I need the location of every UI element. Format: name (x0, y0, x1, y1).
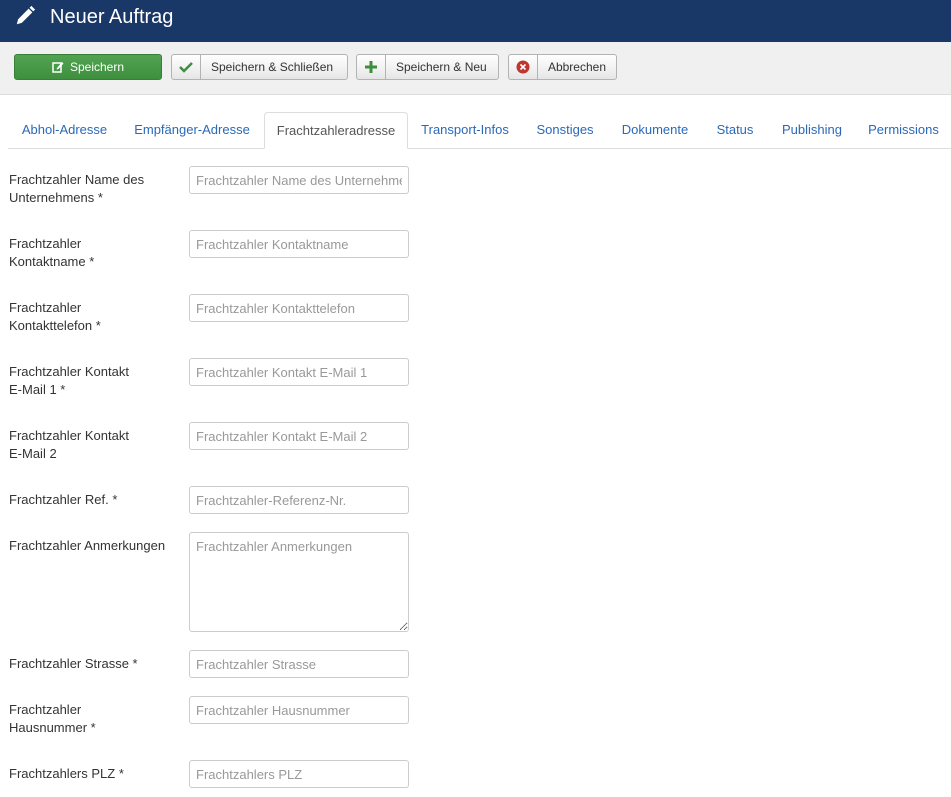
contact-email1-input[interactable] (189, 358, 409, 386)
tab-empfaenger-adresse[interactable]: Empfänger-Adresse (121, 112, 263, 148)
contact-email2-input[interactable] (189, 422, 409, 450)
postal-code-label: Frachtzahlers PLZ * (9, 766, 124, 781)
company-name-input[interactable] (189, 166, 409, 194)
street-input[interactable] (189, 650, 409, 678)
contact-phone-input[interactable] (189, 294, 409, 322)
save-new-button[interactable]: Speichern & Neu (356, 54, 499, 80)
tab-publishing[interactable]: Publishing (768, 112, 856, 148)
save-button[interactable]: Speichern (14, 54, 162, 80)
cancel-circle-icon (509, 55, 538, 79)
cancel-label: Abbrechen (547, 60, 606, 74)
tab-bar: Abhol-Adresse Empfänger-Adresse Frachtza… (8, 112, 951, 149)
reference-input[interactable] (189, 486, 409, 514)
postal-code-input[interactable] (189, 760, 409, 788)
tab-permissions[interactable]: Permissions (856, 112, 951, 148)
tab-transport-infos[interactable]: Transport-Infos (408, 112, 522, 148)
save-close-button[interactable]: Speichern & Schließen (171, 54, 348, 80)
tab-status[interactable]: Status (702, 112, 768, 148)
contact-name-label: Frachtzahler Kontaktname * (9, 236, 95, 269)
house-number-input[interactable] (189, 696, 409, 724)
plus-icon (357, 55, 386, 79)
cancel-button[interactable]: Abbrechen (508, 54, 617, 80)
save-new-label: Speichern & Neu (396, 60, 487, 74)
tab-sonstiges[interactable]: Sonstiges (522, 112, 608, 148)
page-title: Neuer Auftrag (50, 6, 174, 28)
contact-email1-label: Frachtzahler Kontakt E-Mail 1 * (9, 364, 129, 397)
pencil-icon (16, 5, 36, 25)
checkmark-icon (172, 55, 201, 79)
street-label: Frachtzahler Strasse * (9, 656, 138, 671)
save-label: Speichern (69, 60, 125, 74)
tab-dokumente[interactable]: Dokumente (608, 112, 702, 148)
header-bar: Neuer Auftrag (0, 0, 951, 42)
house-number-label: Frachtzahler Hausnummer * (9, 702, 96, 735)
reference-label: Frachtzahler Ref. * (9, 492, 118, 507)
contact-name-input[interactable] (189, 230, 409, 258)
tab-frachtzahleradresse[interactable]: Frachtzahleradresse (264, 112, 408, 149)
notes-textarea[interactable] (189, 532, 409, 632)
toolbar: Speichern Speichern & Schließen Speicher… (0, 42, 951, 95)
contact-email2-label: Frachtzahler Kontakt E-Mail 2 (9, 428, 129, 461)
save-close-label: Speichern & Schließen (211, 60, 334, 74)
company-name-label: Frachtzahler Name des Unternehmens * (9, 172, 145, 205)
edit-icon (52, 55, 64, 79)
contact-phone-label: Frachtzahler Kontakttelefon * (9, 300, 101, 333)
notes-label: Frachtzahler Anmerkungen (9, 538, 166, 553)
tab-abhol-adresse[interactable]: Abhol-Adresse (8, 112, 121, 148)
